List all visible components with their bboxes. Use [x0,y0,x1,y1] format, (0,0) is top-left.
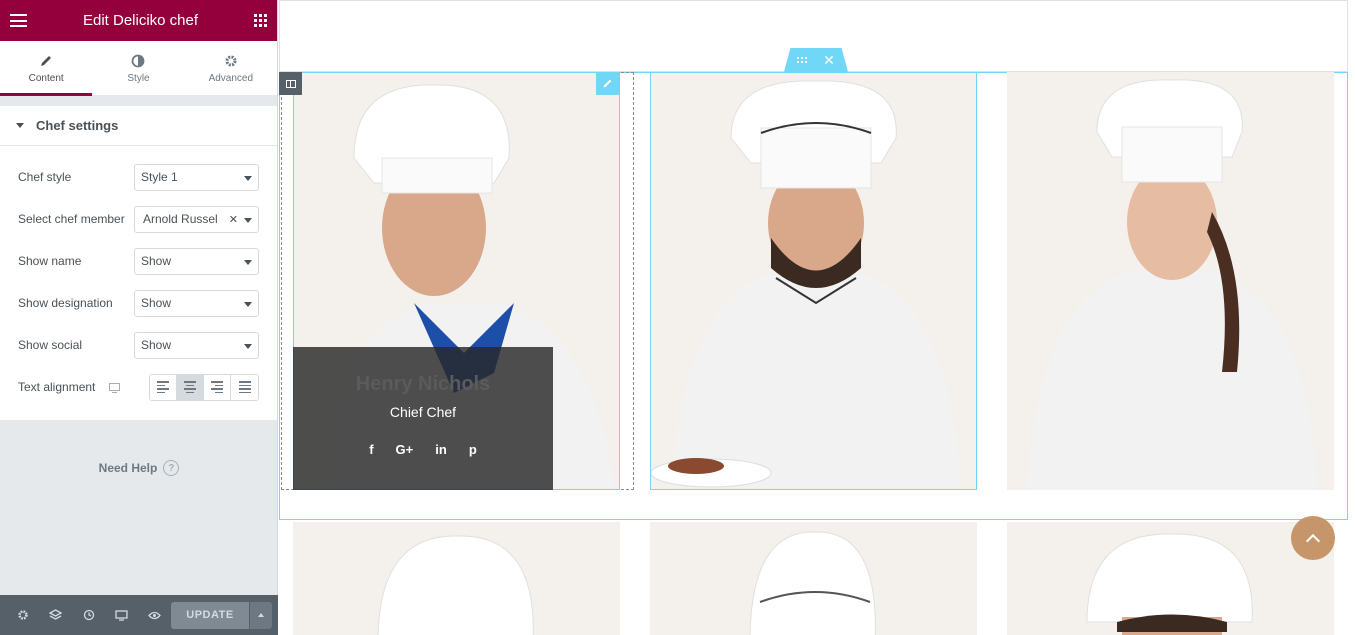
history-icon[interactable] [72,595,105,635]
menu-icon[interactable] [10,14,27,27]
eye-icon[interactable] [138,595,171,635]
show-social-label: Show social [18,338,83,352]
control-show-name: Show name Show [18,240,259,282]
close-icon[interactable]: ✕ [823,52,835,69]
show-social-value: Show [141,338,172,352]
drag-handle-icon[interactable] [797,57,808,63]
tab-advanced-label: Advanced [208,72,254,84]
chevron-down-icon [244,259,252,265]
half-circle-icon [131,53,145,69]
align-right-button[interactable] [204,374,231,400]
need-help-link[interactable]: Need Help ? [0,460,278,476]
chef-photo [1007,72,1334,490]
tab-style[interactable]: Style [92,41,184,95]
layers-icon[interactable] [39,595,72,635]
pencil-icon [603,79,612,88]
need-help-label: Need Help [98,461,158,475]
chef-card[interactable] [650,72,977,490]
show-designation-label: Show designation [18,296,113,310]
settings-icon[interactable] [6,595,39,635]
widgets-grid-icon[interactable] [254,14,267,27]
pencil-icon [39,53,53,69]
google-plus-icon[interactable]: G+ [396,442,414,457]
update-options-button[interactable] [250,601,272,629]
responsive-icon[interactable] [105,595,138,635]
controls-list: Chef style Style 1 Select chef member Ar… [0,146,277,420]
tab-content[interactable]: Content [0,41,93,96]
clear-icon[interactable]: ✕ [229,213,238,226]
chef-info-overlay: Henry Nichols Chief Chef f G+ in p [293,347,553,490]
control-show-social: Show social Show [18,324,259,366]
section-handle: ✕ [784,48,848,72]
panel-header: Edit Deliciko chef [0,0,277,41]
chef-member-label: Select chef member [18,212,125,226]
text-alignment-label: Text alignment [18,380,96,394]
preview-canvas: ✕ Henry Nichols Chief Chef f G+ in p [279,0,1355,635]
chef-style-label: Chef style [18,170,72,184]
chef-photo [293,522,620,635]
show-designation-select[interactable]: Show [134,289,259,317]
chevron-up-icon [1305,533,1321,548]
align-center-button[interactable] [177,374,204,400]
edit-widget-button[interactable] [596,72,619,95]
panel-title: Edit Deliciko chef [82,12,199,29]
panel-tabs: Content Style Advanced [0,41,277,96]
show-name-select[interactable]: Show [134,247,259,275]
gear-icon [224,53,238,69]
chef-photo [1007,522,1334,635]
tab-content-label: Content [28,72,64,84]
align-left-button[interactable] [150,374,177,400]
chef-card[interactable] [650,522,977,635]
chef-settings-section-toggle[interactable]: Chef settings [0,106,277,146]
show-social-select[interactable]: Show [134,331,259,359]
chef-photo [651,73,976,489]
update-button[interactable]: UPDATE [171,601,249,629]
chef-member-select[interactable]: Arnold Russel ✕ [134,205,259,233]
panel-footer: UPDATE [0,595,278,635]
show-name-value: Show [141,254,172,268]
column-icon [285,79,296,88]
chevron-down-icon [244,217,252,223]
chef-photo [650,522,977,635]
facebook-icon[interactable]: f [369,442,373,457]
control-text-alignment: Text alignment [18,366,259,408]
pinterest-icon[interactable]: p [469,442,477,457]
chef-style-select[interactable]: Style 1 [134,163,259,191]
social-links: f G+ in p [293,442,553,457]
chef-card[interactable] [1007,72,1334,490]
chevron-down-icon [244,301,252,307]
chef-name: Henry Nichols [355,373,491,395]
chef-card[interactable] [1007,522,1334,635]
column-handle[interactable] [279,72,302,95]
text-alignment-label-group: Text alignment [18,380,121,394]
linkedin-icon[interactable]: in [435,442,447,457]
caret-up-icon [258,613,264,617]
chef-style-value: Style 1 [141,170,178,184]
control-show-designation: Show designation Show [18,282,259,324]
tab-advanced[interactable]: Advanced [185,41,277,95]
caret-down-icon [16,123,24,128]
section-title: Chef settings [36,118,119,133]
chevron-down-icon [244,175,252,181]
align-justify-button[interactable] [231,374,258,400]
back-to-top-button[interactable] [1291,516,1335,560]
chef-card[interactable] [293,522,620,635]
chef-designation: Chief Chef [389,404,457,420]
control-chef-member: Select chef member Arnold Russel ✕ [18,198,259,240]
text-alignment-buttons [149,373,259,401]
chef-member-value: Arnold Russel [143,212,218,226]
tab-style-label: Style [127,72,150,84]
editor-panel: Edit Deliciko chef Content Style Advance… [0,0,278,635]
show-name-label: Show name [18,254,82,268]
show-designation-value: Show [141,296,172,310]
control-chef-style: Chef style Style 1 [18,156,259,198]
chevron-down-icon [244,343,252,349]
desktop-icon[interactable] [109,383,121,393]
question-icon: ? [163,460,180,476]
